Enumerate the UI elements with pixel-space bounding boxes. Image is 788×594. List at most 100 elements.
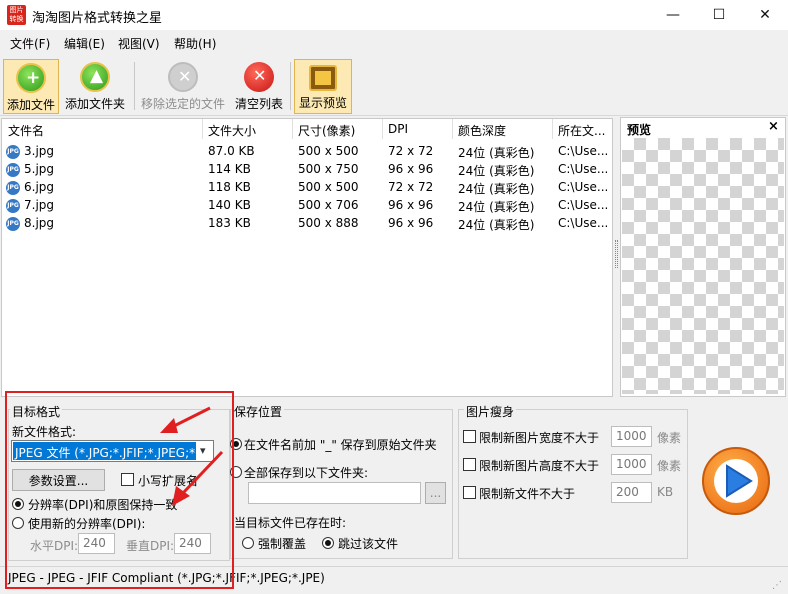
preview-canvas	[622, 138, 784, 394]
file-color-depth: 24位 (真彩色)	[458, 200, 535, 214]
file-size: 118 KB	[208, 180, 251, 194]
app-icon: 图片 转换	[7, 5, 26, 25]
save-folder-input[interactable]	[248, 482, 421, 504]
add-folder-icon: ▲	[80, 62, 110, 92]
file-size: 87.0 KB	[208, 144, 255, 158]
column-header-dimensions[interactable]: 尺寸(像素)	[298, 122, 355, 139]
file-location: C:\Use...	[558, 162, 609, 176]
file-color-depth: 24位 (真彩色)	[458, 164, 535, 178]
file-dpi: 96 x 96	[388, 198, 434, 212]
size-input[interactable]: 200	[611, 482, 652, 503]
save-location-title: 保存位置	[232, 403, 285, 420]
height-unit: 像素	[657, 459, 682, 473]
skip-label: 跳过该文件	[338, 537, 399, 551]
file-dimensions: 500 x 500	[298, 180, 359, 194]
file-color-depth: 24位 (真彩色)	[458, 218, 535, 232]
maximize-button[interactable]: ☐	[696, 0, 742, 30]
column-divider	[292, 119, 293, 139]
preview-close-icon[interactable]: ×	[768, 119, 779, 134]
size-unit: KB	[657, 485, 674, 499]
menu-view[interactable]: 视图(V)	[118, 35, 160, 52]
remove-selected-button[interactable]: ✕ 移除选定的文件	[138, 59, 228, 114]
remove-selected-label: 移除选定的文件	[140, 97, 225, 111]
column-divider	[382, 119, 383, 139]
exists-label: 当目标文件已存在时:	[234, 516, 347, 530]
skip-radio[interactable]	[322, 537, 334, 549]
jpg-file-icon: JPG	[6, 181, 20, 195]
column-header-dpi[interactable]: DPI	[388, 122, 408, 136]
file-size: 183 KB	[208, 216, 251, 230]
file-name: 7.jpg	[24, 198, 55, 212]
column-divider	[452, 119, 453, 139]
clear-list-button[interactable]: ✕ 清空列表	[232, 59, 286, 114]
limit-width-checkbox[interactable]	[463, 430, 476, 443]
limit-height-label: 限制新图片高度不大于	[479, 459, 600, 473]
height-input[interactable]: 1000	[611, 454, 652, 475]
toolbar-separator	[134, 62, 135, 110]
width-input[interactable]: 1000	[611, 426, 652, 447]
add-folder-label: 添加文件夹	[64, 97, 125, 111]
add-file-button[interactable]: + 添加文件	[3, 59, 59, 114]
file-name: 5.jpg	[24, 162, 55, 176]
remove-file-icon: ✕	[168, 62, 198, 92]
menu-edit[interactable]: 编辑(E)	[64, 35, 105, 52]
show-preview-button[interactable]: 显示预览	[294, 59, 352, 114]
overwrite-label: 强制覆盖	[258, 537, 307, 551]
column-divider	[552, 119, 553, 139]
jpg-file-icon: JPG	[6, 163, 20, 177]
file-dimensions: 500 x 888	[298, 216, 359, 230]
start-convert-button[interactable]	[702, 447, 770, 515]
add-file-label: 添加文件	[6, 98, 55, 112]
close-button[interactable]: ✕	[742, 0, 788, 30]
resize-grip-icon[interactable]: ⋰	[772, 580, 782, 591]
jpg-file-icon: JPG	[6, 199, 20, 213]
file-location: C:\Use...	[558, 180, 609, 194]
jpg-file-icon: JPG	[6, 217, 20, 231]
column-header-color-depth[interactable]: 颜色深度	[458, 122, 506, 139]
file-dimensions: 500 x 750	[298, 162, 359, 176]
minimize-button[interactable]: —	[650, 0, 696, 30]
column-header-size[interactable]: 文件大小	[208, 122, 256, 139]
file-dpi: 96 x 96	[388, 162, 434, 176]
clear-list-icon: ✕	[244, 62, 274, 92]
overwrite-radio[interactable]	[242, 537, 254, 549]
file-dpi: 72 x 72	[388, 144, 434, 158]
play-icon	[714, 459, 758, 503]
browse-button[interactable]: ...	[425, 482, 446, 504]
save-folder-label: 全部保存到以下文件夹:	[244, 466, 369, 480]
menu-help[interactable]: 帮助(H)	[174, 35, 216, 52]
menu-file[interactable]: 文件(F)	[10, 35, 50, 52]
column-header-name[interactable]: 文件名	[8, 122, 44, 139]
file-name: 8.jpg	[24, 216, 55, 230]
file-size: 114 KB	[208, 162, 251, 176]
limit-size-label: 限制新文件不大于	[479, 487, 576, 501]
column-header-location[interactable]: 所在文...	[558, 122, 605, 139]
add-file-icon: +	[16, 63, 46, 93]
window-title: 淘淘图片格式转换之星	[32, 11, 163, 26]
file-color-depth: 24位 (真彩色)	[458, 182, 535, 196]
slim-title: 图片瘦身	[464, 403, 517, 420]
toolbar-separator	[290, 62, 291, 110]
limit-height-checkbox[interactable]	[463, 458, 476, 471]
preview-title: 预览	[627, 123, 652, 137]
width-unit: 像素	[657, 431, 682, 445]
preview-icon	[309, 65, 337, 91]
save-prefix-label: 在文件名前加 "_" 保存到原始文件夹	[244, 438, 437, 452]
file-name: 3.jpg	[24, 144, 55, 158]
file-dpi: 72 x 72	[388, 180, 434, 194]
add-folder-button[interactable]: ▲ 添加文件夹	[63, 59, 127, 114]
limit-size-checkbox[interactable]	[463, 486, 476, 499]
jpg-file-icon: JPG	[6, 145, 20, 159]
splitter-handle[interactable]	[615, 240, 618, 268]
file-color-depth: 24位 (真彩色)	[458, 146, 535, 160]
limit-width-label: 限制新图片宽度不大于	[479, 431, 600, 445]
file-name: 6.jpg	[24, 180, 55, 194]
file-location: C:\Use...	[558, 198, 609, 212]
file-size: 140 KB	[208, 198, 251, 212]
file-dimensions: 500 x 706	[298, 198, 359, 212]
file-dimensions: 500 x 500	[298, 144, 359, 158]
show-preview-label: 显示预览	[298, 96, 347, 110]
file-location: C:\Use...	[558, 144, 609, 158]
annotation-arrows	[160, 406, 224, 506]
file-location: C:\Use...	[558, 216, 609, 230]
